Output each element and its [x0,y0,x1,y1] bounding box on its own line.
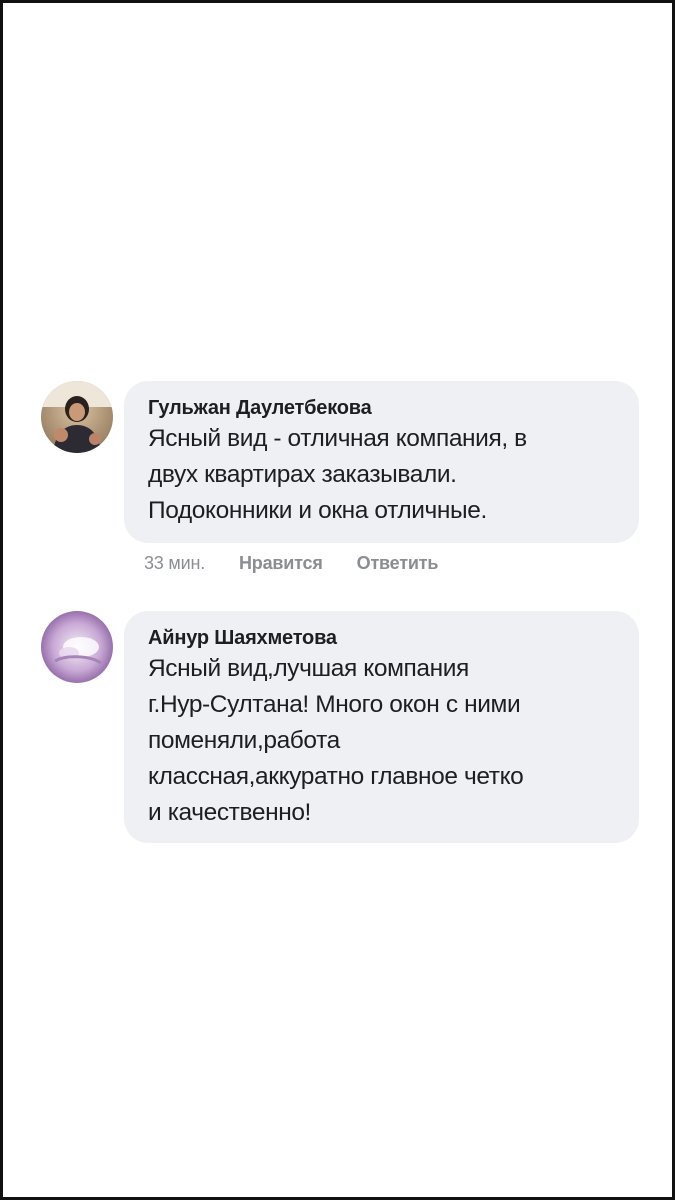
comment-item: Айнур Шаяхметова Ясный вид,лучшая компан… [41,611,639,843]
like-button[interactable]: Нравится [239,553,323,574]
reply-button[interactable]: Ответить [357,553,439,574]
comment-item: Гульжан Даулетбекова Ясный вид - отлична… [41,381,639,591]
comment-actions: 33 мин. Нравится Ответить [144,553,438,574]
comment-author[interactable]: Айнур Шаяхметова [148,625,617,651]
comment-author[interactable]: Гульжан Даулетбекова [148,395,617,421]
avatar[interactable] [41,611,113,683]
comment-bubble: Айнур Шаяхметова Ясный вид,лучшая компан… [124,611,639,843]
comment-text: Ясный вид - отличная компания, в двух кв… [148,425,527,524]
screenshot-frame: Гульжан Даулетбекова Ясный вид - отлична… [0,0,675,1200]
comment-timestamp[interactable]: 33 мин. [144,553,205,574]
user-photo-avatar-icon [41,611,113,683]
user-photo-avatar-icon [41,381,113,453]
avatar[interactable] [41,381,113,453]
comment-bubble: Гульжан Даулетбекова Ясный вид - отлична… [124,381,639,543]
comment-text: Ясный вид,лучшая компания г.Нур-Султана!… [148,655,524,826]
